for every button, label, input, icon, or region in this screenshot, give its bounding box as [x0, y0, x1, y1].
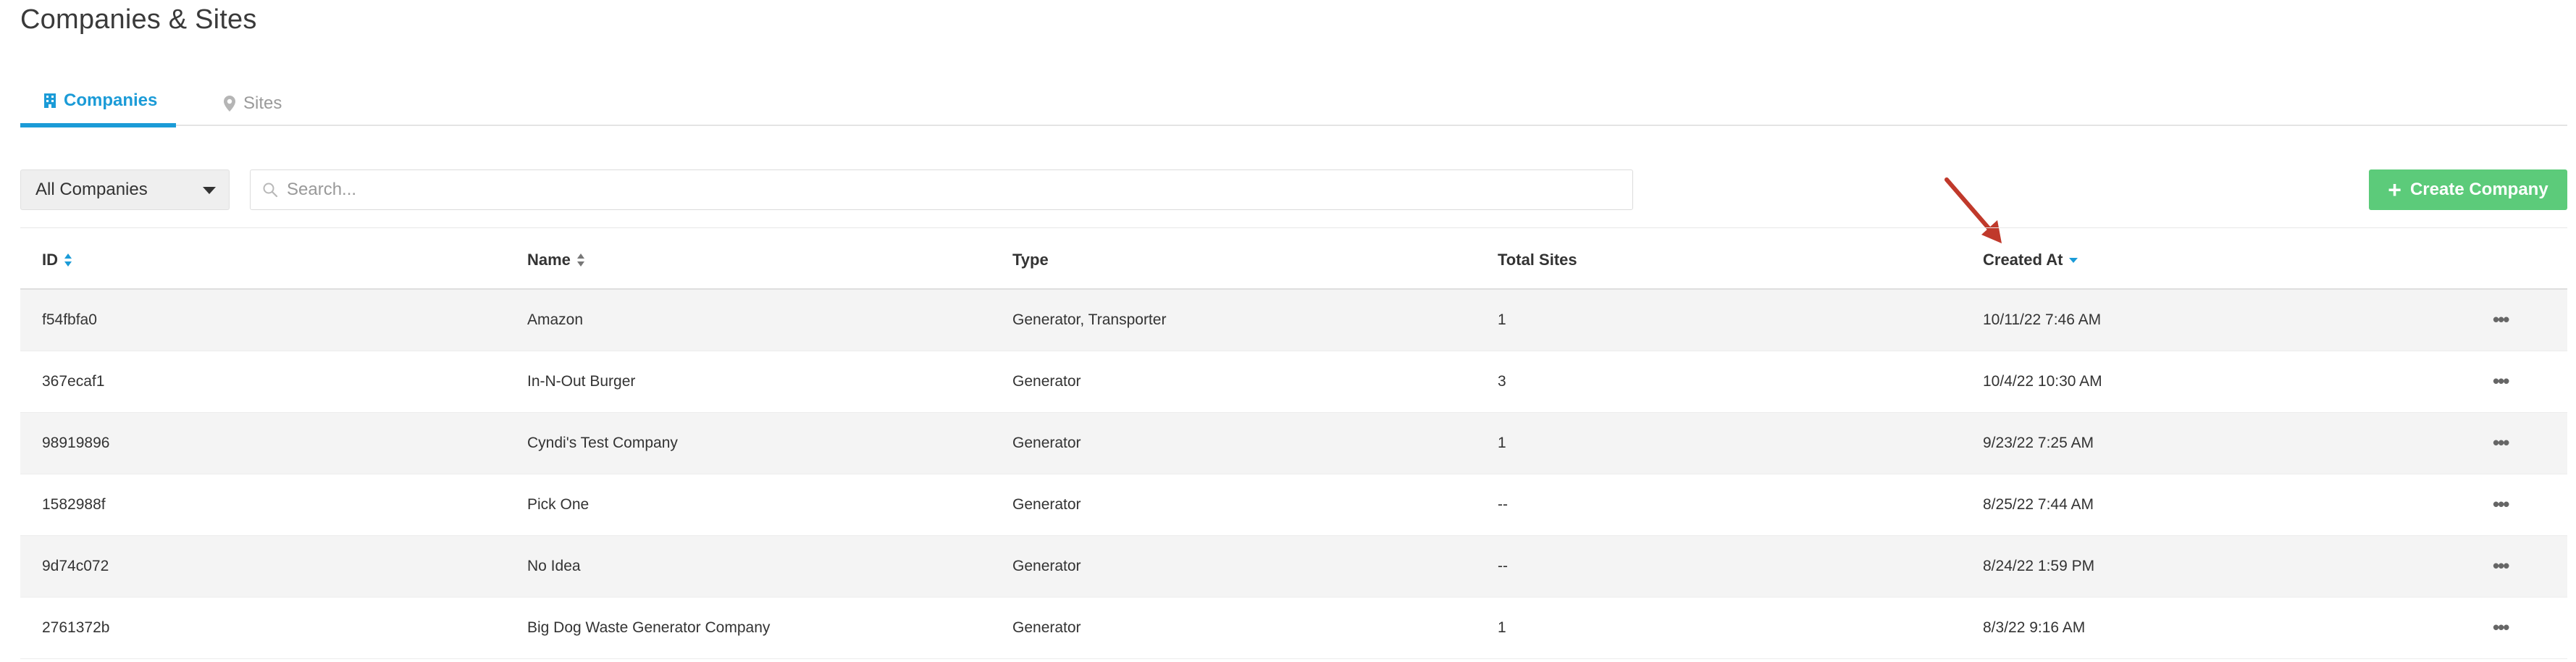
cell-name: No Idea	[527, 558, 581, 574]
tab-companies-label: Companies	[64, 91, 158, 110]
column-header-total-sites: Total Sites	[1498, 251, 1577, 269]
tab-bar: Companies Sites	[20, 81, 2567, 127]
sort-icon[interactable]	[64, 253, 72, 267]
sort-icon[interactable]	[576, 253, 585, 267]
more-horizontal-icon[interactable]: •••	[2493, 309, 2509, 331]
more-horizontal-icon[interactable]: •••	[2493, 616, 2509, 639]
search-input[interactable]	[287, 180, 1590, 200]
cell-total-sites: 1	[1498, 311, 1506, 328]
table-header: ID Name Type Total Sites Created At	[20, 227, 2567, 290]
cell-type: Generator	[1012, 435, 1081, 451]
more-horizontal-icon[interactable]: •••	[2493, 432, 2509, 454]
table-row[interactable]: f54fbfa0 Amazon Generator, Transporter 1…	[20, 290, 2567, 351]
cell-name: Big Dog Waste Generator Company	[527, 619, 771, 636]
cell-total-sites: 3	[1498, 373, 1506, 390]
more-horizontal-icon[interactable]: •••	[2493, 493, 2509, 516]
page-title: Companies & Sites	[20, 4, 257, 35]
cell-id: 98919896	[42, 435, 110, 451]
column-header-label: Total Sites	[1498, 251, 1577, 269]
cell-id: 1582988f	[42, 496, 106, 513]
cell-name: Amazon	[527, 311, 584, 328]
cell-type: Generator	[1012, 496, 1081, 513]
cell-name: Pick One	[527, 496, 590, 513]
column-header-label: Created At	[1983, 251, 2063, 269]
cell-created-at: 8/24/22 1:59 PM	[1983, 558, 2095, 574]
cell-total-sites: --	[1498, 558, 1508, 574]
column-header-created-at[interactable]: Created At	[1983, 251, 2078, 269]
cell-id: 9d74c072	[42, 558, 109, 574]
cell-name: Cyndi's Test Company	[527, 435, 678, 451]
column-header-label: Name	[527, 251, 571, 269]
cell-created-at: 10/11/22 7:46 AM	[1983, 311, 2102, 328]
search-icon	[262, 182, 278, 198]
column-header-label: ID	[42, 251, 58, 269]
cell-total-sites: --	[1498, 496, 1508, 513]
tab-sites-label: Sites	[243, 93, 282, 113]
cell-created-at: 10/4/22 10:30 AM	[1983, 373, 2102, 390]
caret-down-icon	[203, 187, 216, 194]
cell-type: Generator, Transporter	[1012, 311, 1167, 328]
plus-icon: +	[2388, 177, 2401, 203]
sort-descending-icon[interactable]	[2068, 256, 2078, 264]
table-row[interactable]: 9d74c072 No Idea Generator -- 8/24/22 1:…	[20, 536, 2567, 598]
cell-name: In-N-Out Burger	[527, 373, 636, 390]
cell-id: f54fbfa0	[42, 311, 97, 328]
table-row[interactable]: 98919896 Cyndi's Test Company Generator …	[20, 413, 2567, 474]
create-company-button[interactable]: + Create Company	[2369, 169, 2567, 210]
table-row[interactable]: 367ecaf1 In-N-Out Burger Generator 3 10/…	[20, 351, 2567, 413]
more-horizontal-icon[interactable]: •••	[2493, 370, 2509, 393]
cell-created-at: 8/25/22 7:44 AM	[1983, 496, 2094, 513]
column-header-name[interactable]: Name	[527, 251, 585, 269]
tab-companies[interactable]: Companies	[20, 81, 176, 127]
companies-table: ID Name Type Total Sites Created At f54f…	[20, 227, 2567, 659]
table-row[interactable]: 1582988f Pick One Generator -- 8/25/22 7…	[20, 474, 2567, 536]
table-row[interactable]: 2761372b Big Dog Waste Generator Company…	[20, 598, 2567, 659]
cell-type: Generator	[1012, 373, 1081, 390]
cell-total-sites: 1	[1498, 619, 1506, 636]
column-header-id[interactable]: ID	[42, 251, 72, 269]
cell-id: 2761372b	[42, 619, 110, 636]
cell-id: 367ecaf1	[42, 373, 105, 390]
column-header-label: Type	[1012, 251, 1049, 269]
cell-created-at: 8/3/22 9:16 AM	[1983, 619, 2086, 636]
cell-created-at: 9/23/22 7:25 AM	[1983, 435, 2094, 451]
cell-total-sites: 1	[1498, 435, 1506, 451]
more-horizontal-icon[interactable]: •••	[2493, 555, 2509, 577]
cell-type: Generator	[1012, 558, 1081, 574]
create-company-label: Create Company	[2409, 180, 2548, 199]
tab-sites[interactable]: Sites	[223, 81, 282, 126]
company-filter-select[interactable]: All Companies	[20, 169, 230, 210]
search-box[interactable]	[250, 169, 1633, 210]
cell-type: Generator	[1012, 619, 1081, 636]
building-icon	[43, 93, 56, 109]
column-header-type: Type	[1012, 251, 1049, 269]
company-filter-value: All Companies	[35, 180, 148, 199]
map-pin-icon	[223, 95, 236, 112]
